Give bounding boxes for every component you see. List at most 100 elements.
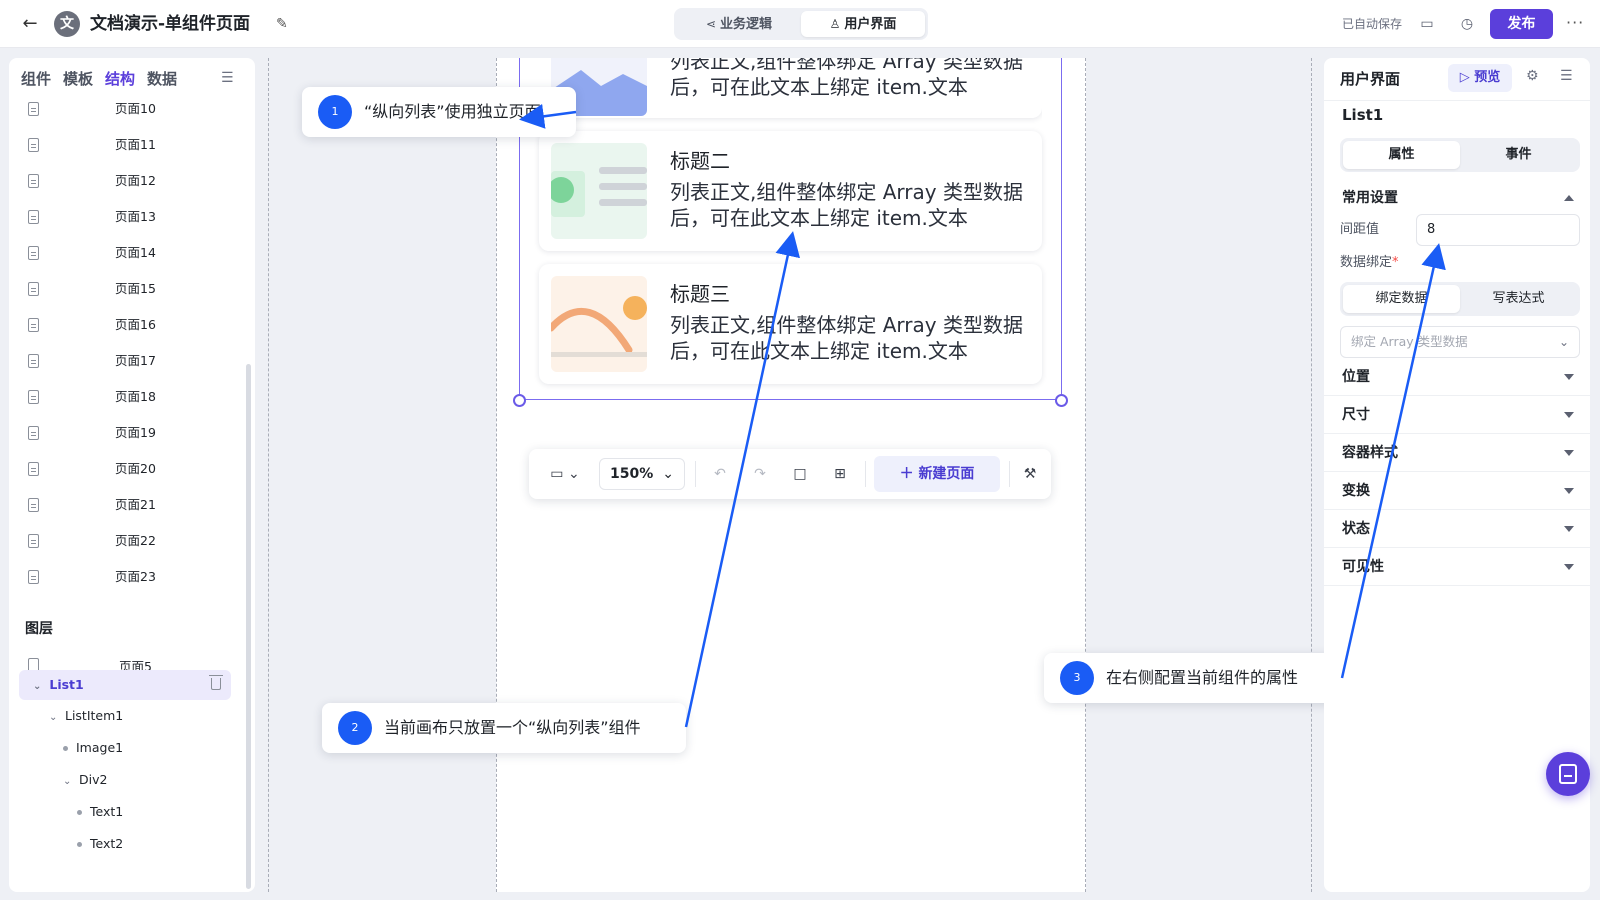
page-icon bbox=[28, 354, 39, 368]
tree-node-image1[interactable]: Image1 bbox=[63, 733, 123, 763]
bind-data-option[interactable]: 绑定数据 bbox=[1343, 285, 1460, 313]
new-page-button[interactable]: ＋ 新建页面 bbox=[874, 456, 1000, 492]
page-item[interactable]: 页面23 bbox=[9, 560, 245, 596]
chevron-down-icon bbox=[1564, 412, 1574, 418]
section-position[interactable]: 位置 bbox=[1324, 358, 1590, 396]
tab-data[interactable]: 数据 bbox=[147, 68, 177, 90]
card-body-text: 列表正文,组件整体绑定 Array 类型数据后，可在此文本上绑定 item.文本 bbox=[670, 180, 1023, 230]
page-item[interactable]: 页面11 bbox=[9, 128, 245, 164]
page-item[interactable]: 页面21 bbox=[9, 488, 245, 524]
page-item[interactable]: 页面16 bbox=[9, 308, 245, 344]
publish-button[interactable]: 发布 bbox=[1490, 9, 1553, 39]
chevron-down-icon[interactable]: ⌄ bbox=[49, 703, 61, 733]
chevron-down-icon bbox=[1564, 526, 1574, 532]
panel-title: 用户界面 bbox=[1340, 70, 1401, 88]
page-icon bbox=[28, 426, 39, 440]
page-item[interactable]: 页面13 bbox=[9, 200, 245, 236]
chevron-down-icon: ⌄ bbox=[662, 466, 674, 482]
list-card[interactable]: 标题二 列表正文,组件整体绑定 Array 类型数据后，可在此文本上绑定 ite… bbox=[539, 131, 1042, 251]
user-icon: ♙ bbox=[829, 17, 841, 31]
page-item[interactable]: 页面10 bbox=[9, 92, 245, 128]
page-item[interactable]: 页面19 bbox=[9, 416, 245, 452]
section-size[interactable]: 尺寸 bbox=[1324, 396, 1590, 434]
section-visibility[interactable]: 可见性 bbox=[1324, 548, 1590, 586]
tree-node-text2[interactable]: Text2 bbox=[77, 829, 123, 859]
frame-icon[interactable]: □ bbox=[785, 459, 815, 489]
zoom-select[interactable]: 150% ⌄ bbox=[599, 458, 685, 490]
wrench-icon[interactable]: ⚒ bbox=[1015, 459, 1045, 489]
component-name: List1 bbox=[1342, 106, 1384, 124]
assistant-button[interactable] bbox=[1546, 752, 1590, 796]
page-item[interactable]: 页面17 bbox=[9, 344, 245, 380]
callout-number: 3 bbox=[1060, 661, 1094, 695]
chevron-down-icon[interactable]: ⌄ bbox=[33, 672, 45, 702]
page-item[interactable]: 页面22 bbox=[9, 524, 245, 560]
desktop-icon: ▭ bbox=[550, 466, 564, 482]
page-icon bbox=[28, 174, 39, 188]
write-expression-option[interactable]: 写表达式 bbox=[1460, 285, 1577, 313]
left-panel: 组件 模板 结构 数据 ☰ 页面10 页面11 页面12 页面13 页面14 页… bbox=[9, 58, 255, 892]
canvas-toolbar: ▭ ⌄ 150% ⌄ ↶ ↷ □ ⊞ ＋ 新建页面 ⚒ bbox=[529, 449, 1051, 499]
page-icon bbox=[28, 246, 39, 260]
tab-templates[interactable]: 模板 bbox=[63, 68, 93, 90]
gear-icon[interactable]: ⚙ bbox=[1526, 68, 1539, 84]
section-state[interactable]: 状态 bbox=[1324, 510, 1590, 548]
tree-node-list1[interactable]: ⌄ List1 bbox=[19, 670, 231, 700]
history-icon[interactable]: ◷ bbox=[1456, 13, 1478, 35]
section-transform[interactable]: 变换 bbox=[1324, 472, 1590, 510]
dot-icon bbox=[77, 810, 82, 815]
resize-handle[interactable] bbox=[1055, 394, 1068, 407]
share-icon: ⋖ bbox=[705, 17, 717, 31]
app-logo: 文 bbox=[54, 11, 80, 37]
page-item[interactable]: 页面14 bbox=[9, 236, 245, 272]
page-item[interactable]: 页面20 bbox=[9, 452, 245, 488]
section-container-style[interactable]: 容器样式 bbox=[1324, 434, 1590, 472]
undo-icon[interactable]: ↶ bbox=[705, 459, 735, 489]
page-item[interactable]: 页面18 bbox=[9, 380, 245, 416]
tab-properties[interactable]: 属性 bbox=[1343, 141, 1460, 169]
card-body-text: 列表正文,组件整体绑定 Array 类型数据后，可在此文本上绑定 item.文本 bbox=[670, 49, 1023, 99]
preview-button[interactable]: ▷ 预览 bbox=[1448, 64, 1512, 92]
grid-icon[interactable]: ⊞ bbox=[825, 459, 855, 489]
toolbar-divider bbox=[865, 461, 866, 487]
tab-user-interface[interactable]: ♙ 用户界面 bbox=[801, 11, 925, 37]
tab-business-logic[interactable]: ⋖ 业务逻辑 bbox=[677, 11, 801, 37]
redo-icon[interactable]: ↷ bbox=[745, 459, 775, 489]
edit-pencil-icon[interactable]: ✎ bbox=[276, 14, 288, 34]
card-image bbox=[551, 143, 647, 239]
chevron-down-icon bbox=[1564, 564, 1574, 570]
binding-data-select[interactable]: 绑定 Array 类型数据 ⌄ bbox=[1340, 326, 1580, 358]
back-arrow-icon[interactable]: ← bbox=[18, 12, 42, 36]
tab-events[interactable]: 事件 bbox=[1460, 141, 1577, 169]
spacing-input[interactable]: 8 bbox=[1416, 214, 1580, 246]
tab-structure[interactable]: 结构 bbox=[105, 68, 135, 90]
list-card[interactable]: 标题三 列表正文,组件整体绑定 Array 类型数据后，可在此文本上绑定 ite… bbox=[539, 264, 1042, 384]
callout-number: 1 bbox=[318, 95, 352, 129]
tree-node-text1[interactable]: Text1 bbox=[77, 797, 123, 827]
assistant-icon bbox=[1559, 764, 1577, 784]
chevron-down-icon[interactable]: ⌄ bbox=[63, 767, 75, 797]
tree-node-listitem1[interactable]: ⌄ ListItem1 bbox=[49, 701, 123, 731]
common-settings-header[interactable]: 常用设置 bbox=[1342, 188, 1398, 208]
layers-title: 图层 bbox=[25, 621, 53, 637]
more-icon[interactable]: ··· bbox=[1566, 12, 1584, 34]
collapse-panel-icon[interactable]: ☰ bbox=[221, 70, 234, 86]
page-item[interactable]: 页面12 bbox=[9, 164, 245, 200]
tab-components[interactable]: 组件 bbox=[21, 68, 51, 90]
tree-node-div2[interactable]: ⌄ Div2 bbox=[63, 765, 107, 795]
collapse-panel-icon[interactable]: ☰ bbox=[1560, 68, 1573, 84]
chevron-down-icon: ⌄ bbox=[567, 466, 580, 482]
page-item[interactable]: 页面15 bbox=[9, 272, 245, 308]
toolbar-divider bbox=[1009, 461, 1010, 487]
save-icon[interactable]: ▭ bbox=[1416, 13, 1438, 35]
page-list: 页面10 页面11 页面12 页面13 页面14 页面15 页面16 页面17 … bbox=[9, 92, 245, 596]
resize-handle[interactable] bbox=[513, 394, 526, 407]
left-panel-tabs: 组件 模板 结构 数据 bbox=[21, 68, 177, 90]
device-select[interactable]: ▭ ⌄ bbox=[543, 459, 587, 489]
callout-text: 当前画布只放置一个“纵向列表”组件 bbox=[384, 718, 641, 737]
chevron-up-icon[interactable] bbox=[1564, 195, 1574, 201]
chevron-down-icon bbox=[1564, 488, 1574, 494]
trash-icon[interactable] bbox=[209, 675, 223, 690]
page-icon bbox=[28, 138, 39, 152]
page-list-scrollbar[interactable] bbox=[246, 364, 251, 889]
